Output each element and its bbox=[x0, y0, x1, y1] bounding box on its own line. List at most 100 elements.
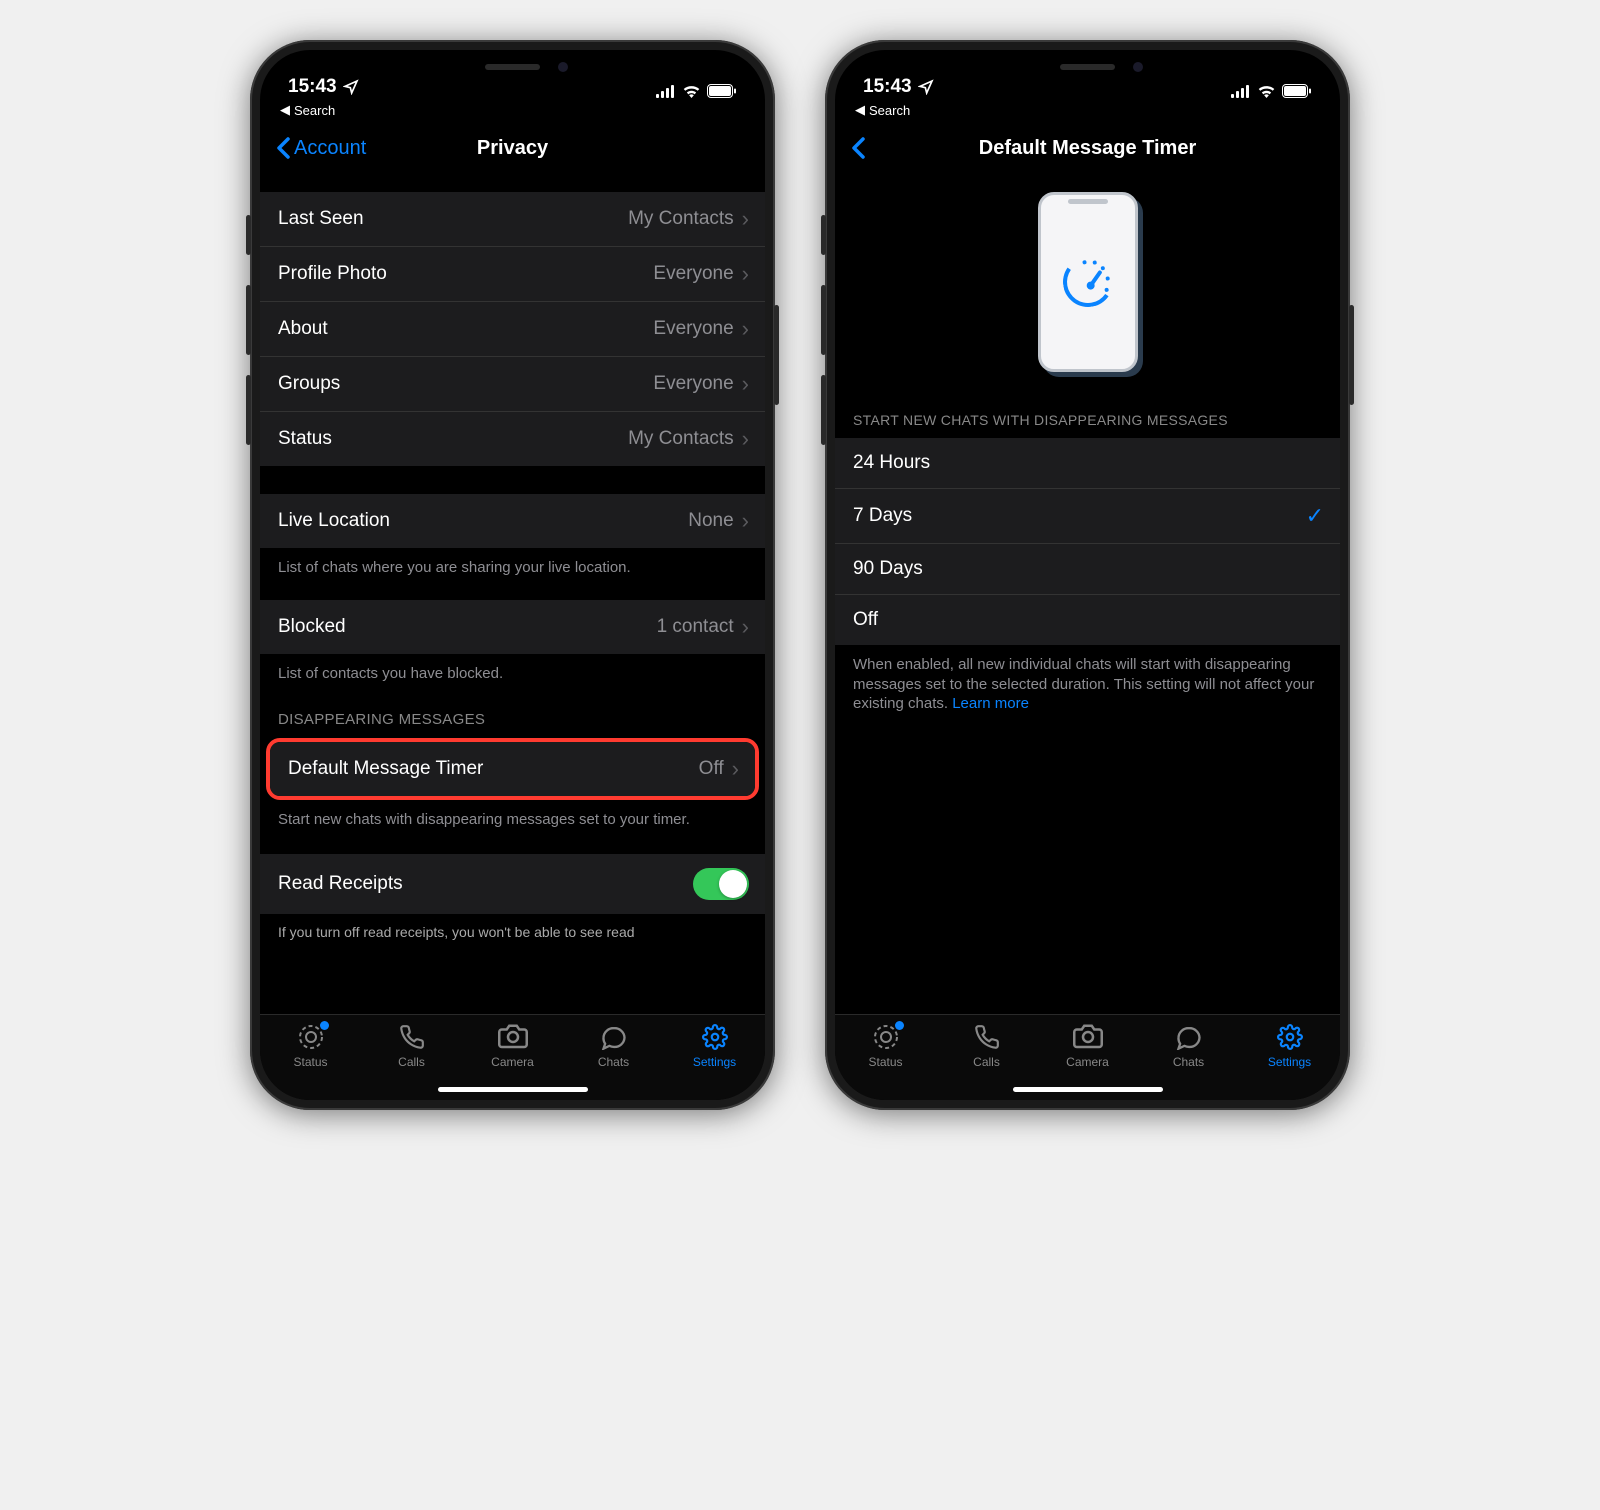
wifi-icon bbox=[682, 84, 701, 98]
cellular-icon bbox=[1231, 85, 1251, 98]
power-button bbox=[774, 305, 779, 405]
camera-icon bbox=[498, 1024, 528, 1050]
chevron-right-icon: › bbox=[742, 206, 749, 232]
mute-switch bbox=[246, 215, 251, 255]
phone-right: 15:43 ◀ Search Default Message Timer bbox=[825, 40, 1350, 1110]
volume-up-button bbox=[821, 285, 826, 355]
nav-bar: Account Privacy bbox=[260, 124, 765, 172]
status-badge-dot bbox=[895, 1021, 904, 1030]
gear-icon bbox=[1277, 1024, 1303, 1050]
timer-dots-icon bbox=[1059, 253, 1117, 311]
location-arrow-icon bbox=[918, 79, 934, 95]
default-timer-footer: Start new chats with disappearing messag… bbox=[260, 800, 765, 830]
volume-up-button bbox=[246, 285, 251, 355]
volume-down-button bbox=[821, 375, 826, 445]
chat-icon bbox=[1175, 1024, 1203, 1050]
page-title: Privacy bbox=[477, 137, 548, 160]
chevron-right-icon: › bbox=[742, 316, 749, 342]
chat-icon bbox=[600, 1024, 628, 1050]
chevron-right-icon: › bbox=[742, 614, 749, 640]
option-off[interactable]: Off bbox=[835, 595, 1340, 645]
home-indicator[interactable] bbox=[1013, 1087, 1163, 1092]
back-button[interactable] bbox=[851, 137, 865, 159]
cell-label: Status bbox=[278, 428, 332, 450]
profile-photo-row[interactable]: Profile Photo Everyone› bbox=[260, 247, 765, 302]
phone-icon bbox=[974, 1024, 1000, 1050]
read-receipts-footer-cutoff: If you turn off read receipts, you won't… bbox=[260, 914, 765, 940]
status-row[interactable]: Status My Contacts› bbox=[260, 412, 765, 466]
notch bbox=[413, 50, 613, 84]
tab-settings[interactable]: Settings bbox=[664, 1023, 765, 1100]
chevron-right-icon: › bbox=[742, 261, 749, 287]
cell-label: Last Seen bbox=[278, 208, 364, 230]
camera-icon bbox=[1073, 1024, 1103, 1050]
last-seen-row[interactable]: Last Seen My Contacts› bbox=[260, 192, 765, 247]
highlight-annotation: Default Message Timer Off› bbox=[266, 738, 759, 800]
scroll-content[interactable]: START NEW CHATS WITH DISAPPEARING MESSAG… bbox=[835, 172, 1340, 1014]
wifi-icon bbox=[1257, 84, 1276, 98]
cell-label: Profile Photo bbox=[278, 263, 387, 285]
chevron-right-icon: › bbox=[742, 371, 749, 397]
power-button bbox=[1349, 305, 1354, 405]
option-label: Off bbox=[853, 609, 878, 631]
scroll-content[interactable]: Last Seen My Contacts› Profile Photo Eve… bbox=[260, 172, 765, 1014]
phone-left: 15:43 ◀ Search Account Privacy bbox=[250, 40, 775, 1110]
blocked-row[interactable]: Blocked 1 contact› bbox=[260, 600, 765, 654]
blocked-footer: List of contacts you have blocked. bbox=[260, 654, 765, 684]
status-time: 15:43 bbox=[288, 76, 337, 98]
chevron-right-icon: › bbox=[742, 508, 749, 534]
mute-switch bbox=[821, 215, 826, 255]
option-24-hours[interactable]: 24 Hours bbox=[835, 438, 1340, 489]
chevron-left-icon bbox=[851, 137, 865, 159]
read-receipts-toggle[interactable] bbox=[693, 868, 749, 900]
status-badge-dot bbox=[320, 1021, 329, 1030]
cell-label: Blocked bbox=[278, 616, 346, 638]
hero-illustration bbox=[835, 172, 1340, 412]
home-indicator[interactable] bbox=[438, 1087, 588, 1092]
battery-icon bbox=[707, 84, 737, 98]
chevron-right-icon: › bbox=[732, 756, 739, 782]
tab-settings[interactable]: Settings bbox=[1239, 1023, 1340, 1100]
nav-bar: Default Message Timer bbox=[835, 124, 1340, 172]
location-arrow-icon bbox=[343, 79, 359, 95]
cell-label: Groups bbox=[278, 373, 340, 395]
option-90-days[interactable]: 90 Days bbox=[835, 544, 1340, 595]
timer-icon bbox=[1059, 253, 1117, 311]
live-location-footer: List of chats where you are sharing your… bbox=[260, 548, 765, 578]
default-timer-row[interactable]: Default Message Timer Off› bbox=[270, 742, 755, 796]
status-time: 15:43 bbox=[863, 76, 912, 98]
cell-label: Live Location bbox=[278, 510, 390, 532]
checkmark-icon: ✓ bbox=[1306, 503, 1324, 529]
back-to-app[interactable]: ◀ Search bbox=[260, 102, 765, 124]
disappearing-header: DISAPPEARING MESSAGES bbox=[260, 711, 765, 738]
option-label: 90 Days bbox=[853, 558, 923, 580]
options-header: START NEW CHATS WITH DISAPPEARING MESSAG… bbox=[835, 412, 1340, 438]
read-receipts-row[interactable]: Read Receipts bbox=[260, 854, 765, 914]
battery-icon bbox=[1282, 84, 1312, 98]
learn-more-link[interactable]: Learn more bbox=[952, 695, 1029, 712]
about-row[interactable]: About Everyone› bbox=[260, 302, 765, 357]
options-footer: When enabled, all new individual chats w… bbox=[835, 645, 1340, 714]
gear-icon bbox=[702, 1024, 728, 1050]
tab-status[interactable]: Status bbox=[260, 1023, 361, 1100]
option-label: 7 Days bbox=[853, 505, 912, 527]
option-7-days[interactable]: 7 Days ✓ bbox=[835, 489, 1340, 544]
cellular-icon bbox=[656, 85, 676, 98]
notch bbox=[988, 50, 1188, 84]
phone-icon bbox=[399, 1024, 425, 1050]
back-triangle-icon: ◀ bbox=[280, 102, 290, 118]
cell-label: Default Message Timer bbox=[288, 758, 483, 780]
volume-down-button bbox=[246, 375, 251, 445]
cell-label: Read Receipts bbox=[278, 873, 403, 895]
groups-row[interactable]: Groups Everyone› bbox=[260, 357, 765, 412]
option-label: 24 Hours bbox=[853, 452, 930, 474]
chevron-right-icon: › bbox=[742, 426, 749, 452]
cell-label: About bbox=[278, 318, 328, 340]
live-location-row[interactable]: Live Location None› bbox=[260, 494, 765, 548]
back-button[interactable]: Account bbox=[276, 137, 366, 160]
back-to-app[interactable]: ◀ Search bbox=[835, 102, 1340, 124]
phone-illustration-icon bbox=[1038, 192, 1138, 372]
page-title: Default Message Timer bbox=[979, 137, 1197, 160]
tab-status[interactable]: Status bbox=[835, 1023, 936, 1100]
chevron-left-icon bbox=[276, 137, 290, 159]
